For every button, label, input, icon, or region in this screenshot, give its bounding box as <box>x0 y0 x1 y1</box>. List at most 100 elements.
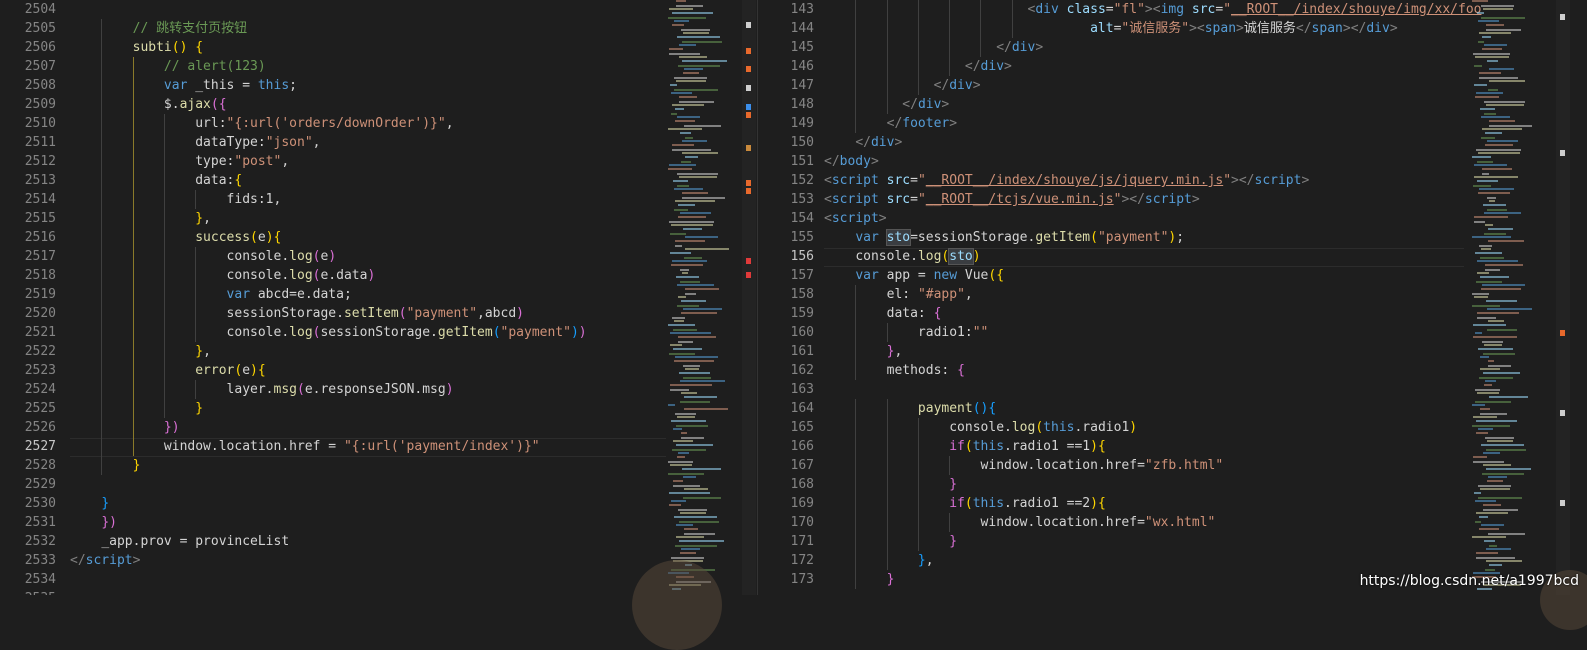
code-line[interactable]: </div> <box>824 76 1481 95</box>
left-vertical-scrollbar[interactable] <box>742 0 756 595</box>
code-line[interactable]: var app = new Vue({ <box>824 266 1481 285</box>
code-line[interactable]: radio1:"" <box>824 323 1481 342</box>
right-line-number: 166 <box>790 439 814 454</box>
code-line[interactable]: console.log(this.radio1) <box>824 418 1481 437</box>
minimap-line <box>1478 20 1499 22</box>
code-line[interactable]: el: "#app", <box>824 285 1481 304</box>
indent-guide <box>949 38 951 57</box>
code-line[interactable]: if(this.radio1 ==1){ <box>824 437 1481 456</box>
code-line[interactable]: }) <box>70 513 587 532</box>
code-line[interactable]: } <box>70 399 587 418</box>
code-line[interactable]: success(e){ <box>70 228 587 247</box>
code-line[interactable]: } <box>824 532 1481 551</box>
code-line[interactable]: methods: { <box>824 361 1481 380</box>
code-line[interactable]: <script src="__ROOT__/tcjs/vue.min.js"><… <box>824 190 1481 209</box>
right-code-area[interactable]: <div class="fl"><img src="__ROOT__/index… <box>824 0 1481 589</box>
code-line[interactable]: subti() { <box>70 38 587 57</box>
code-line[interactable]: sessionStorage.setItem("payment",abcd) <box>70 304 587 323</box>
code-line[interactable]: var sto=sessionStorage.getItem("payment"… <box>824 228 1481 247</box>
minimap-line <box>1477 180 1498 182</box>
code-line[interactable]: <script src="__ROOT__/index/shouye/js/jq… <box>824 171 1481 190</box>
left-minimap[interactable] <box>668 0 729 595</box>
code-line[interactable] <box>70 570 587 589</box>
indent-guide <box>163 247 165 266</box>
left-line-number: 2531 <box>24 515 56 530</box>
code-line[interactable]: // 跳转支付页按钮 <box>70 19 587 38</box>
code-line[interactable]: $.ajax({ <box>70 95 587 114</box>
indent-guide <box>855 456 857 475</box>
code-line[interactable]: }, <box>824 551 1481 570</box>
code-line[interactable]: console.log(sessionStorage.getItem("paym… <box>70 323 587 342</box>
code-token: =sessionStorage. <box>910 230 1036 245</box>
code-line[interactable]: _app.prov = provinceList <box>70 532 587 551</box>
right-vertical-scrollbar[interactable] <box>1556 0 1570 595</box>
code-line[interactable]: payment(){ <box>824 399 1481 418</box>
code-line[interactable]: error(e){ <box>70 361 587 380</box>
minimap-line <box>677 416 695 418</box>
right-minimap[interactable] <box>1472 0 1532 595</box>
right-line-number: 157 <box>790 268 814 283</box>
code-line[interactable]: </script> <box>70 551 587 570</box>
code-line[interactable] <box>70 589 587 595</box>
code-line[interactable]: console.log(e) <box>70 247 587 266</box>
code-line[interactable]: </div> <box>824 95 1481 114</box>
code-line[interactable] <box>70 0 587 19</box>
minimap-line <box>1473 416 1497 418</box>
code-line[interactable]: window.location.href="zfb.html" <box>824 456 1481 475</box>
code-line[interactable]: type:"post", <box>70 152 587 171</box>
code-line[interactable]: </div> <box>824 133 1481 152</box>
code-line[interactable]: }, <box>70 342 587 361</box>
minimap-line <box>1486 468 1531 470</box>
code-line[interactable]: }, <box>70 209 587 228</box>
minimap-line <box>668 17 706 19</box>
code-line[interactable]: // alert(123) <box>70 57 587 76</box>
code-line[interactable]: var abcd=e.data; <box>70 285 587 304</box>
indent-guide <box>949 513 951 532</box>
right-editor-pane[interactable]: 143 144 145 146 147 148 149 150 151 152 153 154 155 1… <box>757 0 1587 595</box>
minimap-line <box>684 125 721 127</box>
code-line[interactable]: console.log(sto) <box>824 247 1481 266</box>
code-line[interactable]: layer.msg(e.responseJSON.msg) <box>70 380 587 399</box>
minimap-line <box>674 89 718 91</box>
minimap-line <box>1485 380 1496 382</box>
minimap-line <box>1483 372 1520 374</box>
code-token: </ <box>1129 192 1145 207</box>
code-line[interactable]: var _this = this; <box>70 76 587 95</box>
code-line[interactable]: dataType:"json", <box>70 133 587 152</box>
left-editor-pane[interactable]: 2504 2505 2506 2507 2508 2509 2510 2511 2512 2513… <box>0 0 757 595</box>
code-line[interactable] <box>824 380 1481 399</box>
indent-guide <box>132 323 134 342</box>
code-line[interactable]: } <box>824 475 1481 494</box>
code-line[interactable]: console.log(e.data) <box>70 266 587 285</box>
code-token: getItem <box>1035 230 1091 245</box>
left-code-area[interactable]: // 跳转支付页按钮 subti() { // alert(123) var _… <box>70 0 587 595</box>
indent-guide <box>101 361 103 380</box>
code-line[interactable]: data: { <box>824 304 1481 323</box>
code-line[interactable]: data:{ <box>70 171 587 190</box>
code-token: ( <box>297 382 305 397</box>
code-line[interactable]: </div> <box>824 38 1481 57</box>
scrollbar-marker <box>1560 500 1565 506</box>
code-line[interactable]: if(this.radio1 ==2){ <box>824 494 1481 513</box>
code-line[interactable]: } <box>70 456 587 475</box>
code-line[interactable] <box>70 475 587 494</box>
code-line[interactable]: window.location.href="wx.html" <box>824 513 1481 532</box>
code-line[interactable]: alt="诚信服务"><span>诚信服务</span></div> <box>824 19 1481 38</box>
code-line[interactable]: <script> <box>824 209 1481 228</box>
right-line-number: 154 <box>790 211 814 226</box>
code-line[interactable]: url:"{:url('orders/downOrder')}", <box>70 114 587 133</box>
minimap-line <box>679 101 714 103</box>
code-line[interactable]: </footer> <box>824 114 1481 133</box>
code-line[interactable]: fids:1, <box>70 190 587 209</box>
minimap-line <box>678 452 689 454</box>
code-line[interactable]: </div> <box>824 57 1481 76</box>
left-line-number: 2514 <box>24 192 56 207</box>
minimap-line <box>677 173 718 175</box>
indent-guide <box>132 95 134 114</box>
code-line[interactable]: <div class="fl"><img src="__ROOT__/index… <box>824 0 1481 19</box>
code-line[interactable]: } <box>70 494 587 513</box>
code-line[interactable]: }, <box>824 342 1481 361</box>
code-line[interactable]: }) <box>70 418 587 437</box>
code-line[interactable]: </body> <box>824 152 1481 171</box>
code-line[interactable]: window.location.href = "{:url('payment/i… <box>70 437 587 456</box>
